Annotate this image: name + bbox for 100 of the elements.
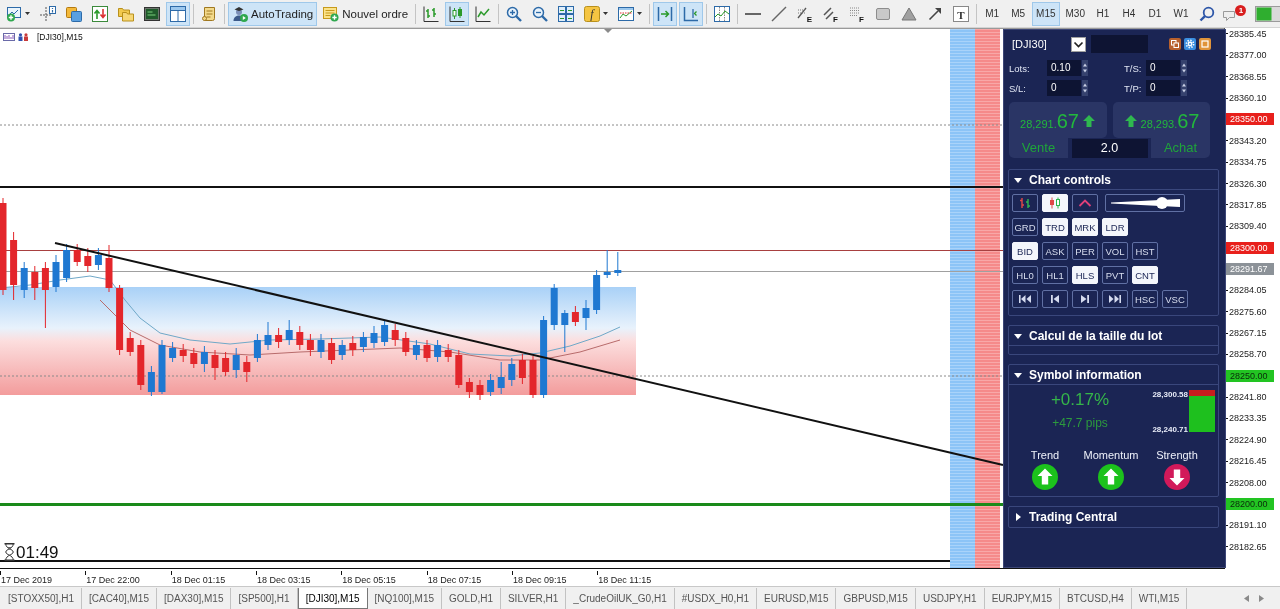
function-button[interactable]: f	[580, 1, 613, 26]
chart-tab[interactable]: EURUSD,M15	[757, 588, 837, 609]
chevron-icon[interactable]	[1071, 36, 1086, 52]
settings-icon[interactable]	[1184, 38, 1196, 50]
toggle-button[interactable]: PVT	[1102, 266, 1128, 284]
bars-mixed-button[interactable]	[1012, 194, 1038, 212]
spinner-icon[interactable]	[1181, 60, 1187, 76]
frame-icon[interactable]	[1199, 38, 1211, 50]
caret-down-icon[interactable]	[603, 12, 609, 15]
quote-box[interactable]: 28,293.67	[1113, 102, 1210, 138]
falling-candle	[349, 335, 357, 357]
chart-tab[interactable]: [CAC40],M15	[81, 588, 157, 609]
speech-bubble-icon[interactable]	[1223, 10, 1236, 21]
toggle-button[interactable]: BID	[1012, 242, 1038, 260]
rising-candle	[94, 247, 102, 271]
candlestick-button[interactable]	[445, 1, 470, 26]
chart-tab[interactable]: EURJPY,M15	[984, 588, 1061, 609]
tool-button[interactable]: AutoTrading	[228, 1, 318, 26]
number-field[interactable]: 0.10	[1047, 60, 1081, 76]
timeframe-button[interactable]: M5	[1006, 1, 1031, 26]
sell-button[interactable]: Vente	[1009, 138, 1068, 158]
number-field[interactable]: 0	[1146, 80, 1180, 96]
chart-tab[interactable]: [DJI30],M15	[297, 588, 368, 609]
notification-badge[interactable]: 1	[1235, 4, 1247, 16]
toggle-button[interactable]: ASK	[1042, 242, 1068, 260]
field-label: T/S:	[1124, 62, 1143, 74]
chart-tab[interactable]: GBPUSD,M15	[836, 588, 916, 609]
toggle-button[interactable]: LDR	[1102, 218, 1128, 236]
chart-shift-button[interactable]	[679, 1, 704, 26]
toggle-button[interactable]: CNT	[1132, 266, 1158, 284]
toggle-button[interactable]: HSC	[1132, 290, 1158, 308]
caret-down-icon[interactable]	[25, 12, 30, 15]
skip-back-button[interactable]	[1012, 290, 1038, 308]
scroll-left-icon[interactable]	[1244, 595, 1249, 602]
people-icon	[18, 33, 29, 41]
caret-down-icon[interactable]	[637, 12, 643, 15]
slider-thumb[interactable]	[1156, 197, 1169, 209]
chart-tab[interactable]: WTI,M15	[1131, 588, 1188, 609]
skip-forward-button[interactable]	[1102, 290, 1128, 308]
buy-button[interactable]: Achat	[1151, 138, 1210, 158]
price-label: 28267.15	[1225, 328, 1267, 338]
chart-tab[interactable]: [SP500],H1	[231, 588, 298, 609]
spinner-icon[interactable]	[1082, 60, 1088, 76]
tool-button[interactable]: Nouvel ordre	[319, 1, 413, 26]
step-back-button[interactable]	[1042, 290, 1068, 308]
falling-candle	[476, 379, 484, 401]
section-header[interactable]: Symbol information	[1009, 365, 1218, 385]
toggle-button[interactable]: PER	[1072, 242, 1098, 260]
timeframe-button[interactable]: H4	[1117, 1, 1141, 26]
step-forward-button[interactable]	[1072, 290, 1098, 308]
chart-tab[interactable]: #USDX_H0,H1	[674, 588, 757, 609]
symbol-dropdown[interactable]: [DJI30]	[1009, 35, 1086, 53]
price-label: 28233.35	[1225, 413, 1267, 424]
toggle-button[interactable]: HL1	[1042, 266, 1068, 284]
chart-tab[interactable]: [DAX30],M15	[157, 588, 232, 609]
time-label: 18 Dec 03:15	[256, 571, 311, 585]
chart-tab[interactable]: _CrudeOilUK_G0,H1	[566, 588, 675, 609]
quote-box[interactable]: 28,291.67	[1009, 102, 1107, 138]
toggle-button[interactable]: HL0	[1012, 266, 1038, 284]
toggle-button[interactable]: HLS	[1072, 266, 1098, 284]
chart-tab[interactable]: BTCUSD,H4	[1060, 588, 1132, 609]
timeframe-button[interactable]: M30	[1061, 1, 1089, 26]
timeframe-button[interactable]: W1	[1169, 1, 1193, 26]
toggle-button[interactable]: VSC	[1162, 290, 1188, 308]
timeframe-button[interactable]: D1	[1143, 1, 1167, 26]
chart-tab[interactable]: USDJPY,H1	[915, 588, 985, 609]
timeframe-button[interactable]: M15	[1032, 1, 1060, 26]
section-header[interactable]: Calcul de la taille du lot	[1009, 326, 1218, 346]
toggle-button[interactable]: HST	[1132, 242, 1158, 260]
price-label: 28241.80	[1225, 392, 1267, 403]
section-header[interactable]: Trading Central	[1009, 507, 1218, 527]
section-header[interactable]: Chart controls	[1009, 170, 1218, 190]
timeframe-button[interactable]: H1	[1091, 1, 1115, 26]
toggle-button[interactable]: TRD	[1042, 218, 1068, 236]
number-field[interactable]: 0	[1146, 60, 1180, 76]
number-field[interactable]: 0	[1047, 80, 1081, 96]
toggle-button[interactable]: GRD	[1012, 218, 1038, 236]
chart-tab[interactable]: [NQ100],M15	[367, 588, 443, 609]
spinner-icon[interactable]	[1082, 80, 1088, 96]
autoscroll-button[interactable]	[653, 1, 678, 26]
rising-candle	[147, 365, 155, 397]
toggle-button[interactable]: VOL	[1102, 242, 1128, 260]
chart-tab[interactable]: GOLD,H1	[442, 588, 501, 609]
window-layout-button[interactable]	[166, 1, 190, 26]
chart-tab[interactable]: SILVER,H1	[500, 588, 567, 609]
copy-icon[interactable]	[1169, 38, 1181, 50]
spinner-icon[interactable]	[1181, 80, 1187, 96]
spread-field[interactable]: 2.0	[1071, 139, 1148, 158]
price-label: 28208.00	[1225, 477, 1267, 488]
chart-tab[interactable]: [STOXX50],H1	[1, 588, 82, 609]
input-field[interactable]	[1091, 35, 1148, 53]
rising-candle	[508, 357, 516, 387]
scroll-right-icon[interactable]	[1259, 595, 1264, 602]
timeframe-button[interactable]: M1	[980, 1, 1005, 26]
toggle-button[interactable]: MRK	[1072, 218, 1098, 236]
rising-candle	[285, 319, 293, 346]
scroll-icon	[201, 5, 217, 22]
crosshair-icon	[40, 5, 56, 22]
caret-line-button[interactable]	[1072, 194, 1098, 212]
slider-track[interactable]	[1105, 194, 1185, 212]
